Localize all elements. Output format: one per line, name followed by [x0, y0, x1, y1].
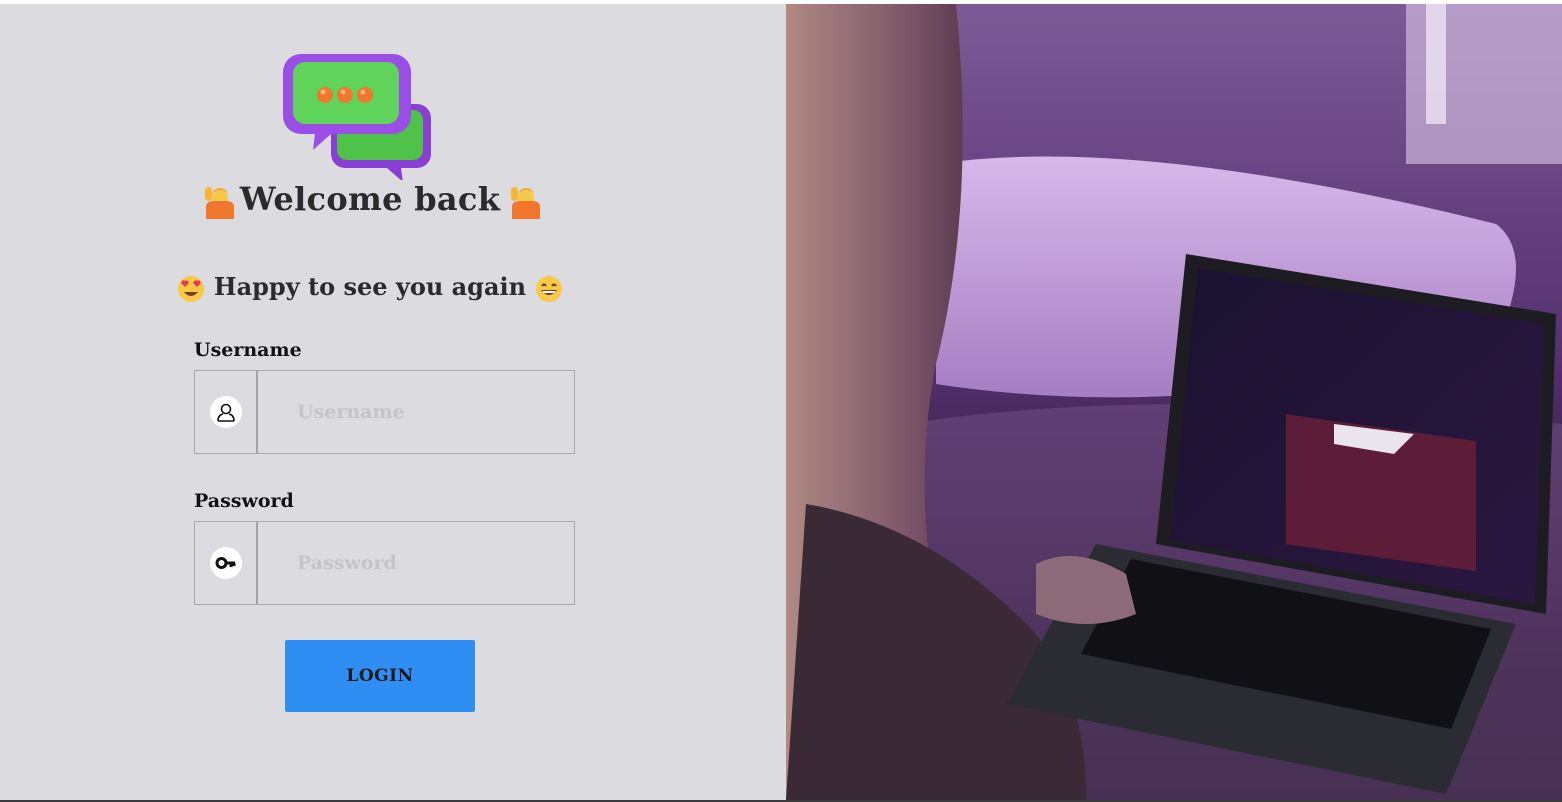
password-input-group	[194, 521, 575, 605]
person-raising-hand-icon	[204, 186, 234, 219]
username-input[interactable]	[260, 371, 574, 453]
password-icon-cell	[195, 522, 258, 604]
heart-eyes-face-icon	[177, 275, 204, 302]
hero-image	[786, 4, 1562, 800]
password-label: Password	[194, 490, 294, 512]
key-icon	[215, 557, 235, 569]
login-panel: Welcome back Happy to see you again User…	[0, 4, 786, 800]
laptop-photo-illustration	[786, 4, 1562, 800]
chat-bubbles-icon	[283, 54, 431, 180]
welcome-heading: Welcome back	[0, 180, 740, 219]
username-label: Username	[194, 339, 302, 361]
password-icon-circle	[209, 547, 242, 579]
login-button[interactable]: LOGIN	[285, 640, 475, 712]
username-icon-circle	[209, 396, 242, 428]
username-icon-cell	[195, 371, 258, 453]
login-page: Welcome back Happy to see you again User…	[0, 4, 1562, 800]
person-raising-hand-icon	[511, 186, 541, 219]
subtitle-heading: Happy to see you again	[0, 272, 740, 304]
subtitle-text: Happy to see you again	[213, 272, 527, 301]
user-icon	[216, 403, 235, 422]
grinning-face-icon	[536, 275, 563, 302]
username-input-group	[194, 370, 575, 454]
welcome-title: Welcome back	[239, 180, 501, 218]
password-input[interactable]	[260, 522, 574, 604]
